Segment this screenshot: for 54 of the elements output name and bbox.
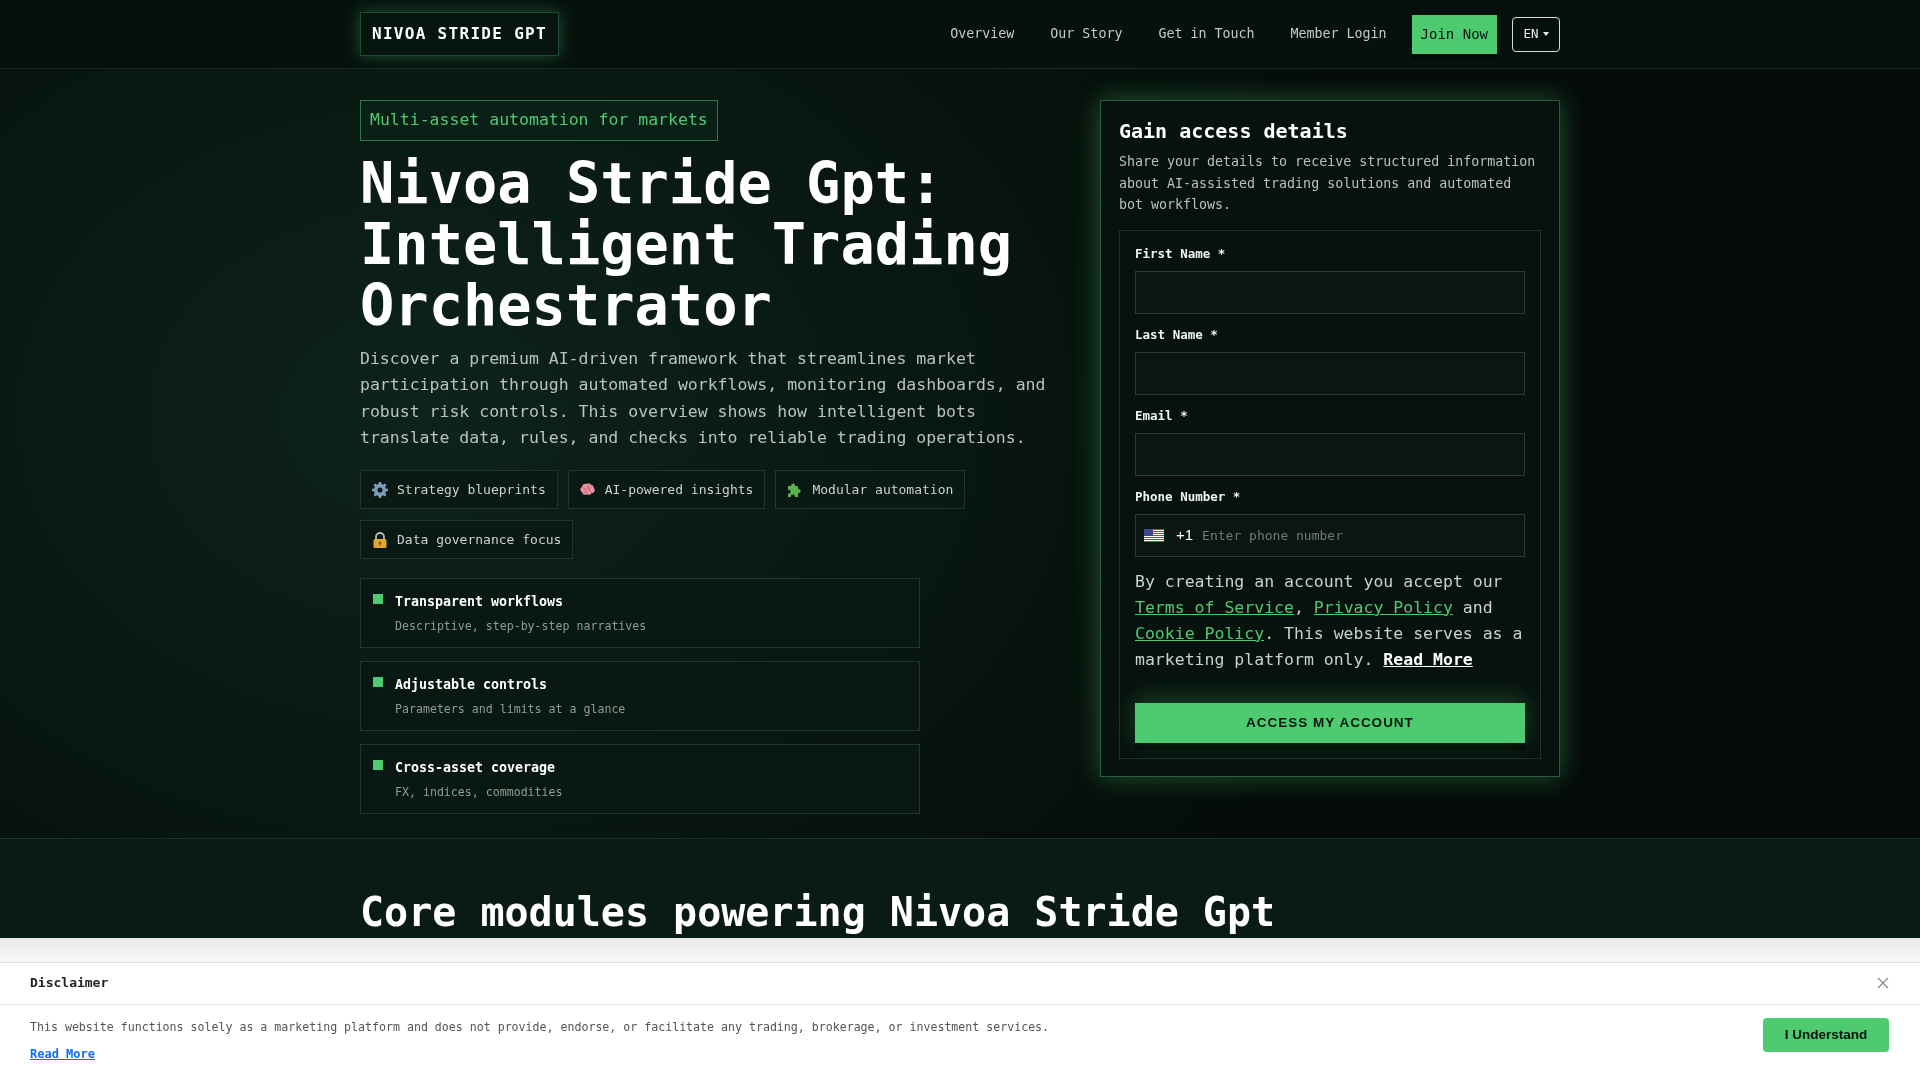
policy-link[interactable]: Terms of Service xyxy=(1135,597,1294,617)
chip-label: Modular automation xyxy=(812,480,954,499)
flag-icon xyxy=(1144,528,1164,542)
field-label: Email * xyxy=(1135,407,1189,424)
form-subtitle: Share your details to receive structured information about AI-assisted trading solutions and automated bot workflows. xyxy=(1119,153,1537,215)
field-label: First Name * xyxy=(1135,245,1227,262)
close-button[interactable] xyxy=(1877,977,1889,989)
nav-link[interactable]: Our Story xyxy=(1050,24,1123,44)
join-button[interactable]: Join Now xyxy=(1411,14,1497,54)
nav-link[interactable]: Get in Touch xyxy=(1158,24,1255,44)
dial-code: +1 xyxy=(1176,525,1194,546)
nav-link[interactable]: Overview xyxy=(950,24,1015,44)
nav-link[interactable]: Member Login xyxy=(1290,24,1387,44)
hero-title: Nivoa Stride Gpt: Intelligent Trading Orchestrator xyxy=(360,153,1014,336)
tagline: Multi-asset automation for markets xyxy=(360,100,718,141)
input-field[interactable] xyxy=(1135,270,1525,314)
read-more-link[interactable]: Read More xyxy=(1383,649,1473,669)
square-bullet-icon xyxy=(373,760,383,771)
field-label: Last Name * xyxy=(1135,326,1219,343)
chip-label: Strategy blueprints xyxy=(397,480,546,499)
policy-link[interactable]: Privacy Policy xyxy=(1313,597,1453,617)
close-icon xyxy=(1877,977,1889,989)
input-field[interactable] xyxy=(1135,432,1525,476)
phone-field[interactable]: +1 Enter phone number xyxy=(1135,513,1525,557)
section-heading: Core modules powering Nivoa Stride Gpt xyxy=(360,890,1277,934)
feature-title: Adjustable controls xyxy=(395,676,549,695)
square-bullet-icon xyxy=(373,594,383,605)
phone-input[interactable]: Enter phone number xyxy=(1202,525,1516,546)
feature-subtitle: FX, indices, commodities xyxy=(395,784,563,802)
policy-link[interactable]: Cookie Policy xyxy=(1135,623,1265,643)
feature-title: Transparent workflows xyxy=(395,593,565,612)
field-label: Phone Number * xyxy=(1135,488,1242,505)
puzzle-icon xyxy=(787,481,804,498)
read-more-link[interactable]: Read More xyxy=(30,1045,96,1063)
feature-subtitle: Parameters and limits at a glance xyxy=(395,701,626,719)
feature-title: Cross-asset coverage xyxy=(395,759,557,778)
lock-icon xyxy=(372,531,388,548)
language-button[interactable]: EN xyxy=(1512,16,1560,52)
brain-icon xyxy=(579,481,596,498)
disclaimer-text: This website functions solely as a marketing platform and does not provide, endorse, or facilitate any trading, brokerage, or investment services. xyxy=(30,1019,1050,1036)
hero-description: Discover a premium AI-driven framework that streamlines market participation through automated workflows, monitoring dashboards, and robust risk controls. This overview shows how intelligent bots translate data, rules, and checks into reliable trading operations. xyxy=(360,348,1047,449)
form-title: Gain access details xyxy=(1119,118,1349,145)
input-field[interactable] xyxy=(1135,351,1525,395)
consent-text: By creating an account you accept our Terms of Service, Privacy Policy and Cookie Policy. This website serves as a marketing platform only. Read More xyxy=(1135,570,1524,671)
site-logo[interactable]: NIVOA STRIDE GPT xyxy=(360,12,559,56)
understand-button[interactable]: I Understand xyxy=(1763,1018,1889,1052)
gear-icon xyxy=(372,481,388,498)
chip-label: Data governance focus xyxy=(397,530,562,549)
feature-subtitle: Descriptive, step-by-step narratives xyxy=(395,618,647,636)
chip-label: AI-powered insights xyxy=(604,480,754,499)
disclaimer-title: Disclaimer xyxy=(30,974,109,993)
square-bullet-icon xyxy=(373,677,383,688)
submit-button[interactable]: ACCESS MY ACCOUNT xyxy=(1135,702,1525,743)
caret-icon xyxy=(1542,32,1549,36)
